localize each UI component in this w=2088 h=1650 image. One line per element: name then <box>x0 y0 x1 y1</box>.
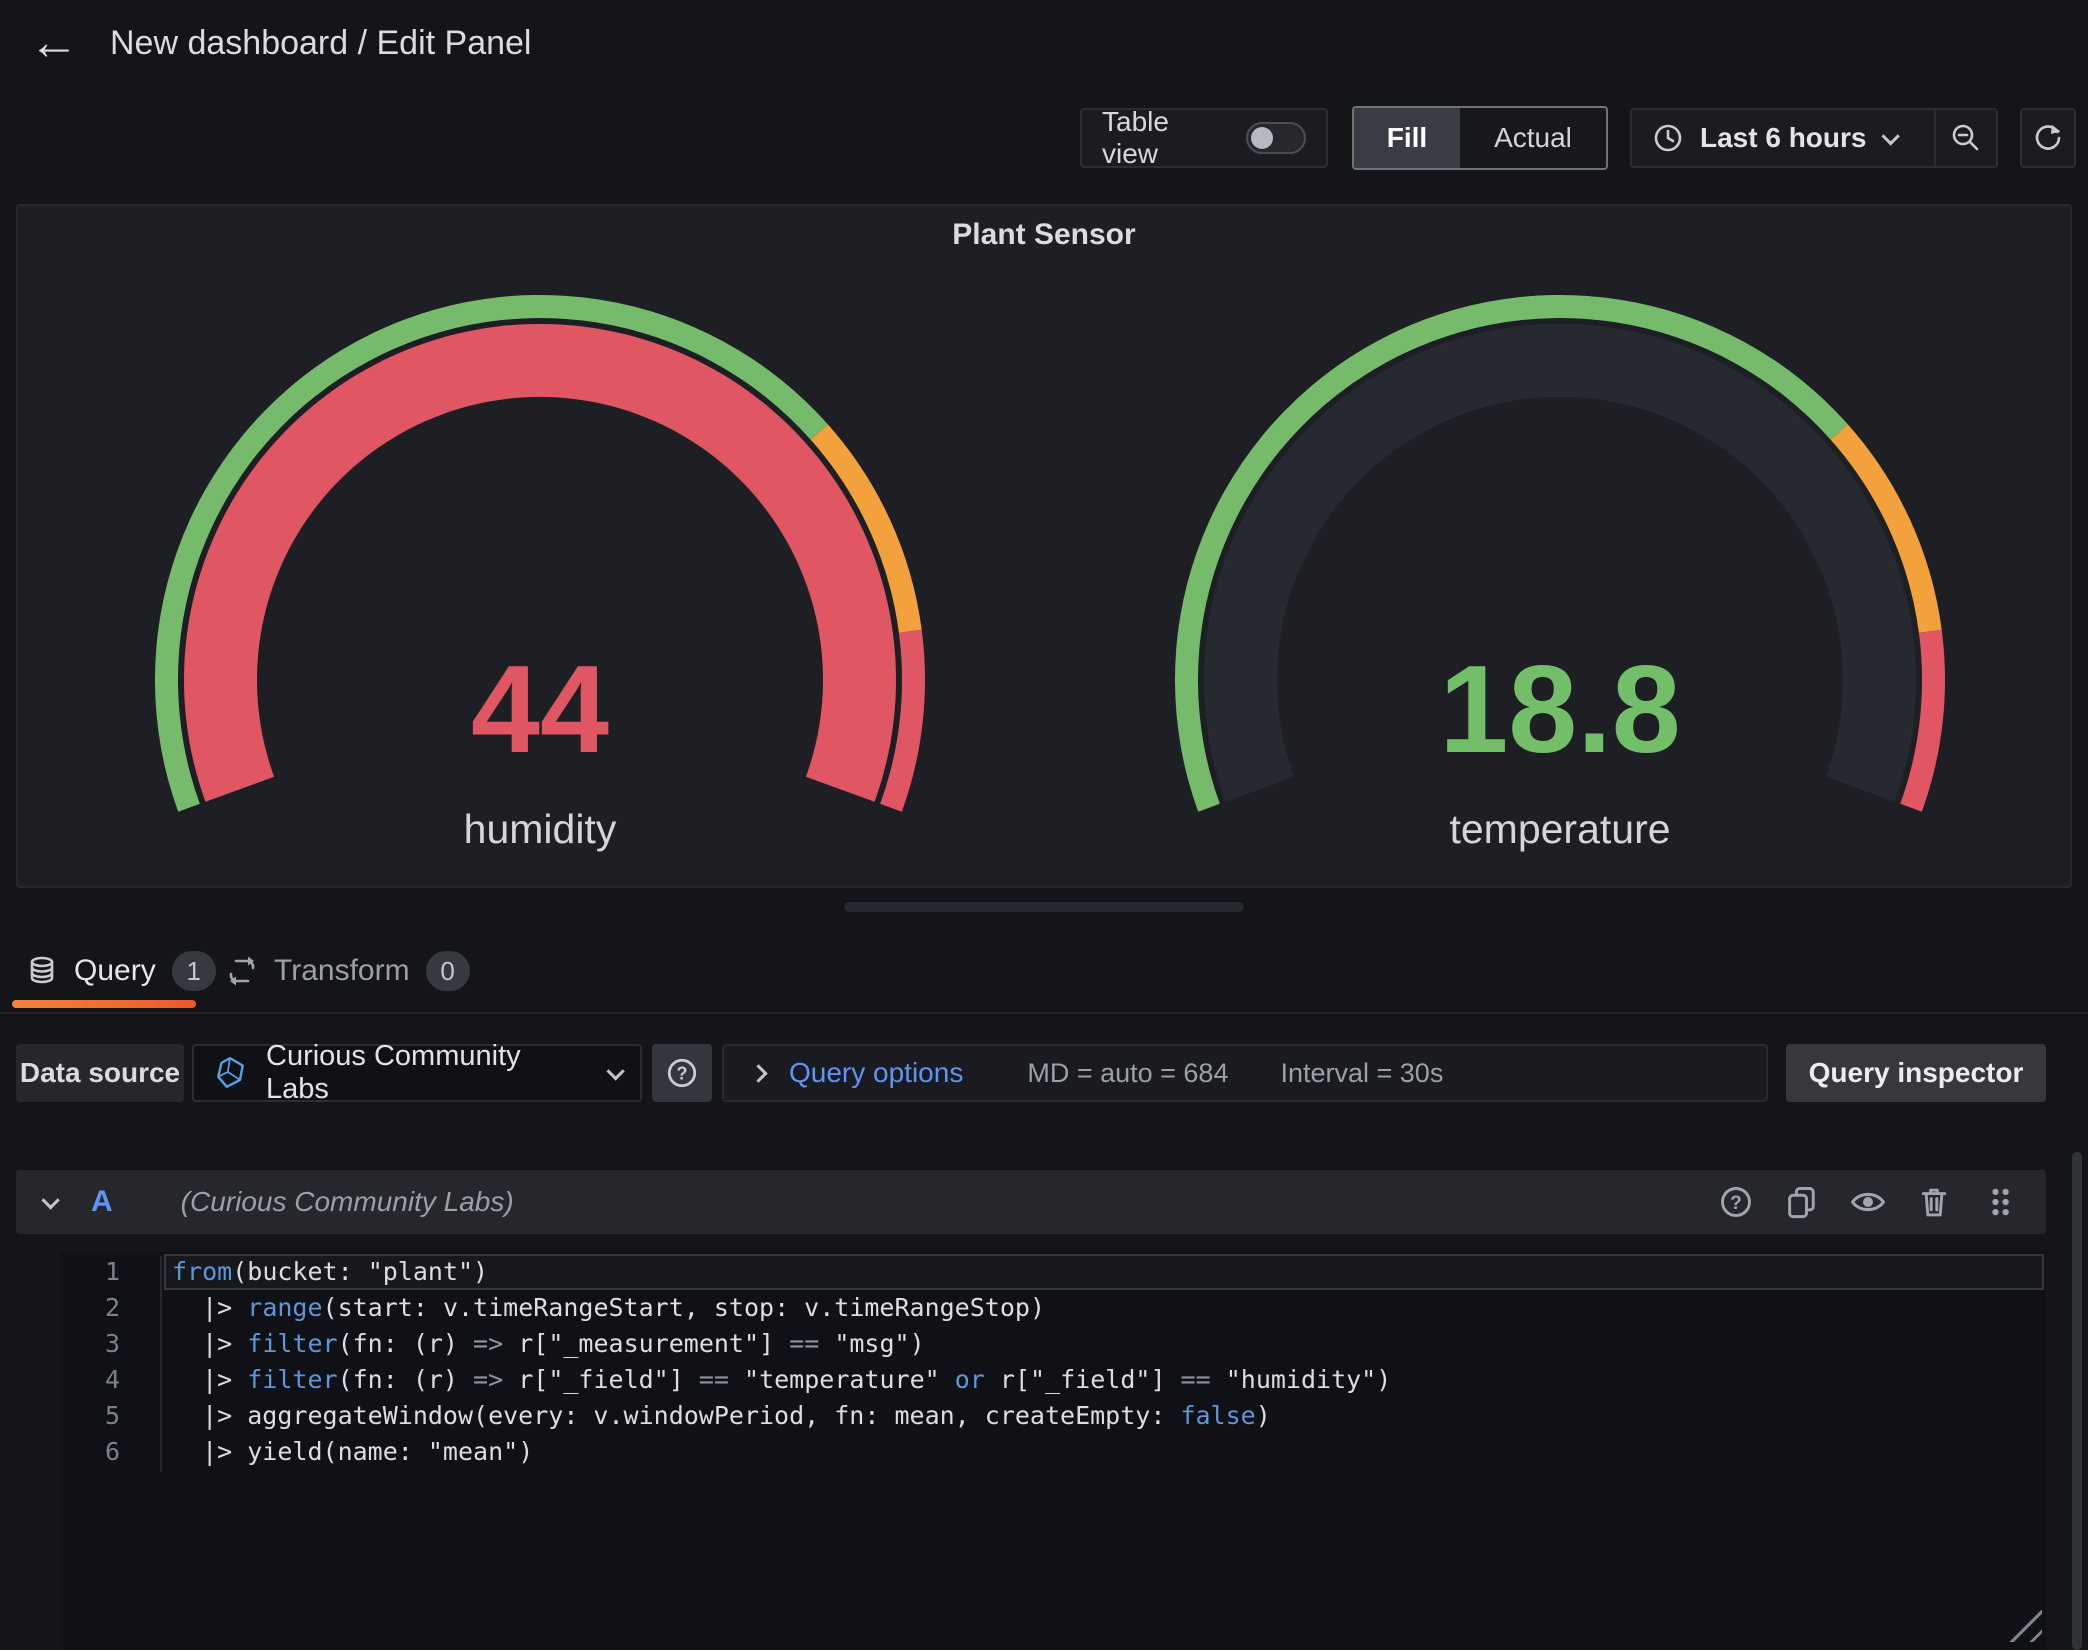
trash-icon <box>1916 1184 1952 1220</box>
svg-text:?: ? <box>1730 1193 1742 1214</box>
chevron-right-icon <box>749 1064 767 1082</box>
help-icon: ? <box>1718 1184 1754 1220</box>
query-row-actions: ? <box>1716 1182 2020 1222</box>
panel-plant-sensor[interactable] <box>16 204 2072 888</box>
query-options-expander[interactable]: Query options <box>752 1057 963 1089</box>
svg-text:?: ? <box>676 1063 687 1083</box>
query-datasource-hint: (Curious Community Labs) <box>181 1186 514 1218</box>
eye-icon <box>1849 1183 1887 1221</box>
tab-transform[interactable]: Transform 0 <box>212 942 484 1000</box>
indent-guide <box>160 1256 162 1472</box>
datasource-label: Data source <box>16 1044 184 1102</box>
flux-query-editor[interactable]: 123456 from(bucket: "plant") |> range(st… <box>60 1252 2046 1650</box>
query-inspector-button[interactable]: Query inspector <box>1786 1044 2046 1102</box>
transform-count-badge: 0 <box>426 951 470 991</box>
chevron-down-icon <box>606 1062 624 1080</box>
delete-query-button[interactable] <box>1914 1182 1954 1222</box>
panel-title: Plant Sensor <box>16 218 2072 252</box>
query-help-button[interactable]: ? <box>1716 1182 1756 1222</box>
toggle-knob <box>1251 127 1273 149</box>
database-icon <box>26 955 58 987</box>
chevron-down-icon <box>1882 127 1900 145</box>
line-numbers: 123456 <box>60 1254 160 1470</box>
grip-dots-icon <box>1982 1184 2018 1220</box>
datasource-help-button[interactable]: ? <box>652 1044 712 1102</box>
max-datapoints-stat: MD = auto = 684 <box>1027 1058 1228 1089</box>
datasource-select[interactable]: Curious Community Labs <box>192 1044 642 1102</box>
fill-actual-switch: Fill Actual <box>1352 106 1608 170</box>
vertical-scrollbar[interactable] <box>2072 1152 2082 1650</box>
page-title: New dashboard / Edit Panel <box>110 24 531 63</box>
time-range-group: Last 6 hours <box>1630 108 1998 168</box>
tab-transform-label: Transform <box>274 954 410 988</box>
code-lines: from(bucket: "plant") |> range(start: v.… <box>172 1254 2042 1470</box>
fill-option[interactable]: Fill <box>1354 108 1460 168</box>
zoom-out-icon <box>1950 122 1982 154</box>
query-options-label: Query options <box>789 1057 963 1089</box>
time-range-label: Last 6 hours <box>1700 122 1866 154</box>
interval-stat: Interval = 30s <box>1280 1058 1443 1089</box>
help-icon: ? <box>665 1056 699 1090</box>
tab-query[interactable]: Query 1 <box>12 942 230 1000</box>
table-view-group: Table view <box>1080 108 1328 168</box>
collapse-chevron-icon[interactable] <box>41 1191 59 1209</box>
datasource-value: Curious Community Labs <box>266 1040 589 1106</box>
active-tab-indicator <box>12 1000 196 1008</box>
temperature-label: temperature <box>1210 806 1910 853</box>
influxdb-datasource-icon <box>214 1056 248 1090</box>
divider <box>0 1012 2088 1014</box>
toggle-query-visibility-button[interactable] <box>1848 1182 1888 1222</box>
copy-icon <box>1784 1184 1820 1220</box>
query-options-bar: Query options MD = auto = 684 Interval =… <box>722 1044 1768 1102</box>
table-view-toggle[interactable] <box>1246 122 1306 154</box>
table-view-label: Table view <box>1102 106 1228 170</box>
humidity-value: 44 <box>190 642 890 778</box>
transform-icon <box>226 955 258 987</box>
refresh-icon <box>2032 122 2064 154</box>
clock-icon <box>1652 122 1684 154</box>
query-count-badge: 1 <box>172 951 216 991</box>
query-ref-id: A <box>91 1185 113 1219</box>
actual-option[interactable]: Actual <box>1460 108 1606 168</box>
duplicate-query-button[interactable] <box>1782 1182 1822 1222</box>
zoom-out-button[interactable] <box>1936 110 1996 166</box>
time-range-picker[interactable]: Last 6 hours <box>1632 110 1934 166</box>
back-button[interactable]: ← <box>24 12 84 72</box>
refresh-button[interactable] <box>2020 108 2076 168</box>
grafana-edit-panel: ← New dashboard / Edit Panel Table view … <box>0 0 2088 1650</box>
drag-query-handle[interactable] <box>1980 1182 2020 1222</box>
panel-editor-splitter[interactable] <box>844 902 1244 912</box>
query-row-a: A (Curious Community Labs) ? <box>16 1170 2046 1234</box>
tab-query-label: Query <box>74 954 156 988</box>
humidity-label: humidity <box>190 806 890 853</box>
temperature-value: 18.8 <box>1210 642 1910 778</box>
